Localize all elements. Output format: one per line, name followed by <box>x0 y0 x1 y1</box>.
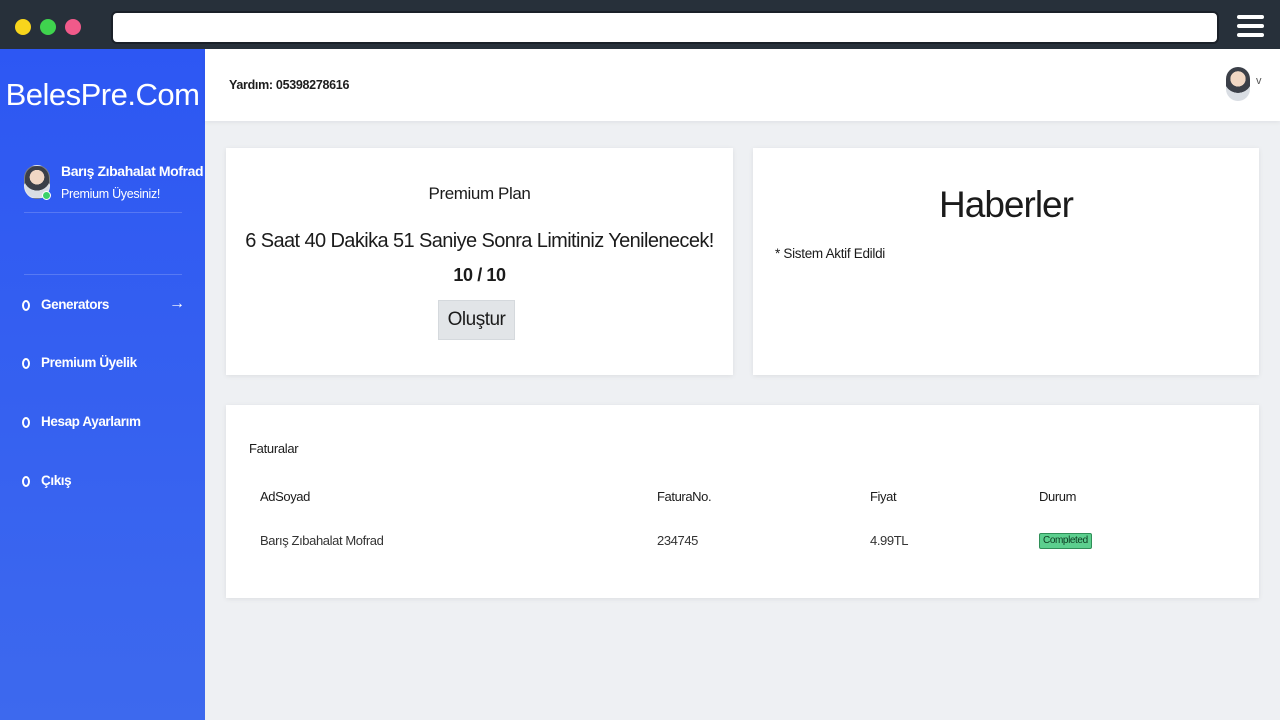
sidebar: BelesPre.Com Barış Zıbahalat Mofrad Prem… <box>0 49 205 720</box>
limit-reset-timer: 6 Saat 40 Dakika 51 Saniye Sonra Limitin… <box>245 230 714 252</box>
invoices-title: Faturalar <box>249 441 299 456</box>
table-cell-price: 4.99TL <box>870 533 909 548</box>
news-card: Haberler * Sistem Aktif Edildi <box>753 148 1259 375</box>
sidebar-user-profile: Barış Zıbahalat Mofrad Premium Üyesiniz! <box>24 163 204 215</box>
sidebar-item-premium-membership[interactable]: Premium Üyelik <box>22 353 182 375</box>
help-phone-text: Yardım: 05398278616 <box>229 78 350 92</box>
online-status-icon <box>42 191 51 200</box>
browser-chrome <box>0 0 1280 49</box>
plan-title: Premium Plan <box>428 184 531 203</box>
column-header-status: Durum <box>1039 489 1077 504</box>
window-maximize-button[interactable] <box>40 19 56 35</box>
usage-count: 10 / 10 <box>453 265 506 285</box>
circle-bullet-icon <box>22 300 30 311</box>
sidebar-item-logout[interactable]: Çıkış <box>22 471 182 493</box>
brand-logo[interactable]: BelesPre.Com <box>0 77 205 113</box>
window-close-button[interactable] <box>65 19 81 35</box>
sidebar-item-account-settings[interactable]: Hesap Ayarlarım <box>22 412 182 434</box>
user-name: Barış Zıbahalat Mofrad <box>61 163 204 179</box>
sidebar-item-generators[interactable]: Generators → <box>22 295 185 317</box>
create-button[interactable]: Oluştur <box>438 300 515 340</box>
header-avatar[interactable] <box>1226 67 1250 101</box>
sidebar-item-label: Çıkış <box>41 473 72 488</box>
table-cell-invoice-number: 234745 <box>657 533 698 548</box>
circle-bullet-icon <box>22 358 30 369</box>
circle-bullet-icon <box>22 417 30 428</box>
hamburger-menu-icon[interactable] <box>1237 15 1264 38</box>
column-header-invoice-number: FaturaNo. <box>657 489 712 504</box>
column-header-name: AdSoyad <box>260 489 310 504</box>
circle-bullet-icon <box>22 476 30 487</box>
top-header: Yardım: 05398278616 v <box>205 49 1280 121</box>
premium-plan-card: Premium Plan 6 Saat 40 Dakika 51 Saniye … <box>226 148 733 375</box>
news-title: Haberler <box>939 184 1074 225</box>
sidebar-divider <box>24 274 182 275</box>
sidebar-item-label: Hesap Ayarlarım <box>41 414 141 429</box>
sidebar-divider <box>24 212 182 213</box>
news-item: * Sistem Aktif Edildi <box>775 246 885 261</box>
sidebar-item-label: Generators <box>41 297 110 312</box>
user-membership-status: Premium Üyesiniz! <box>61 187 161 201</box>
status-badge: Completed <box>1039 533 1092 549</box>
column-header-price: Fiyat <box>870 489 897 504</box>
table-cell-name: Barış Zıbahalat Mofrad <box>260 533 384 548</box>
window-minimize-button[interactable] <box>15 19 31 35</box>
invoices-card: Faturalar AdSoyad FaturaNo. Fiyat Durum … <box>226 405 1259 598</box>
sidebar-item-label: Premium Üyelik <box>41 355 137 370</box>
chevron-down-icon[interactable]: v <box>1256 75 1262 87</box>
arrow-right-icon: → <box>169 295 185 312</box>
address-bar[interactable] <box>111 11 1219 44</box>
